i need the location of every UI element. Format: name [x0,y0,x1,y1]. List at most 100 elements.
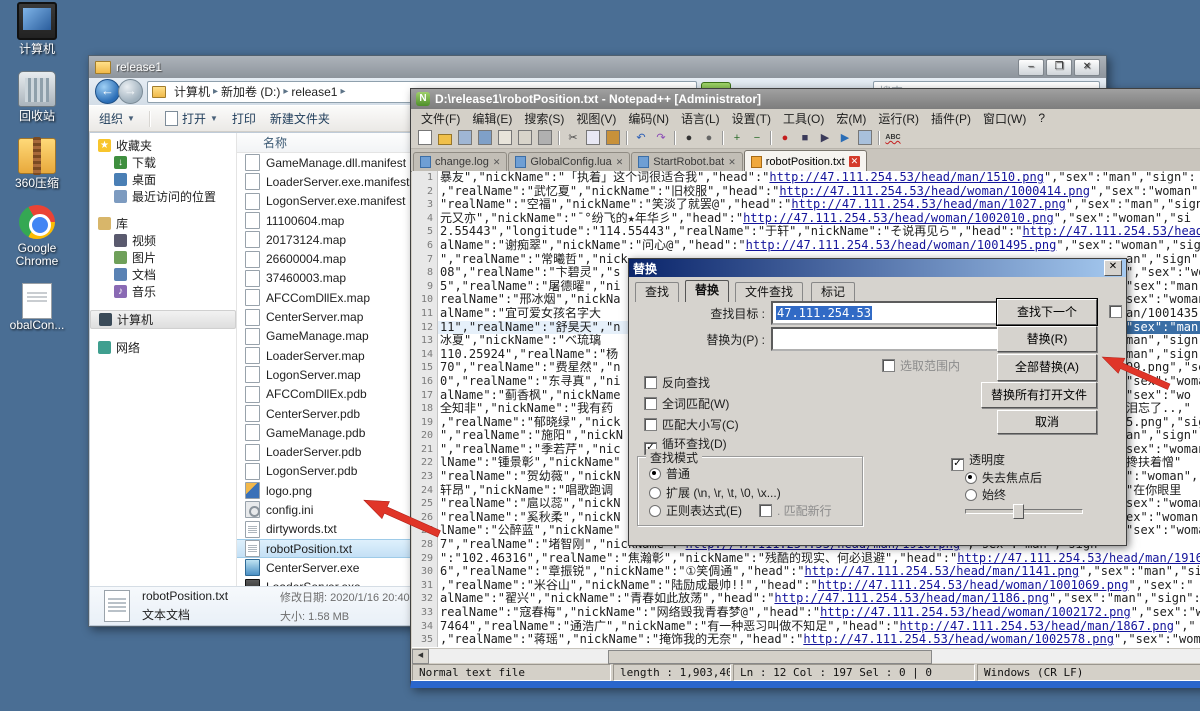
scrollbar-thumb[interactable] [608,650,932,664]
file-row[interactable]: GameManage.map [237,327,425,346]
close-all-icon[interactable] [516,129,534,146]
spellcheck-icon[interactable]: ABC [884,129,902,146]
file-row[interactable]: AFCComDllEx.pdb [237,385,425,404]
zoom-out-icon[interactable]: − [748,129,766,146]
undo-icon[interactable]: ↶ [632,129,650,146]
desktop-icon-pc[interactable]: 计算机 [4,2,70,56]
tab-GlobalConfig-lua[interactable]: GlobalConfig.lua✕ [508,152,630,171]
desktop-icon-chrome[interactable]: Google Chrome [4,205,70,268]
url-text[interactable]: http://47.111.254.53/head/man/1510.png [769,171,1044,184]
menu-item[interactable]: 搜索(S) [518,109,570,128]
record-macro-icon[interactable]: ● [776,129,794,146]
url-text[interactable]: http://47.111.254.53/head/woman/1000414.… [779,185,1090,198]
url-text[interactable]: http://47.111.254.53/head/woman/1001069.… [818,579,1129,592]
file-row[interactable]: LogonServer.exe.manifest [237,192,425,211]
url-text[interactable]: http://47.111.254.53/head/man/1916 [957,552,1200,565]
minimize-button[interactable]: – [1018,59,1044,76]
replace-icon[interactable]: ● [700,129,718,146]
sidebar-item-docs[interactable]: 文档 [90,266,236,283]
breadcrumb-item[interactable]: 计算机 [174,83,210,100]
new-folder-button[interactable]: 新建文件夹 [270,110,330,127]
menu-item[interactable]: 编码(N) [622,109,675,128]
url-text[interactable]: http://47.111.254.53/head/man/1186.png [774,592,1049,605]
swap-buttons-checkbox[interactable] [1109,305,1122,318]
sidebar-item-video[interactable]: 视频 [90,232,236,249]
file-row[interactable]: LoaderServer.map [237,346,425,365]
mode-normal-radio[interactable]: 普通 [649,465,690,482]
tab-robotPosition-txt[interactable]: robotPosition.txt✕ [744,150,867,172]
tab-StartRobot-bat[interactable]: StartRobot.bat✕ [631,152,742,171]
dialog-titlebar[interactable]: 替换 ✕ [629,259,1126,277]
tab-close-icon[interactable]: ✕ [849,156,861,167]
dialog-close-button[interactable]: ✕ [1104,260,1122,276]
menu-item[interactable]: 语言(L) [675,109,726,128]
stop-macro-icon[interactable]: ■ [796,129,814,146]
mode-extended-radio[interactable]: 扩展 (\n, \r, \t, \0, \x...) [649,484,781,501]
file-row[interactable]: LogonServer.pdb [237,462,425,481]
save-all-icon[interactable] [476,129,494,146]
desktop-icon-zip[interactable]: 360压缩 [4,138,70,190]
replace-button[interactable]: 替换(R) [997,326,1097,352]
menu-item[interactable]: ? [1032,110,1051,126]
transparency-checkbox[interactable]: ✓透明度 [951,451,1005,471]
find-next-button[interactable]: 查找下一个 [997,299,1097,325]
sidebar-item-pc[interactable]: 计算机 [90,310,236,329]
open-button[interactable]: 打开▼ [165,110,218,127]
sidebar-item-pic[interactable]: 图片 [90,249,236,266]
backward-checkbox[interactable]: 反向查找 [644,374,710,391]
transparency-slider[interactable] [965,503,1083,517]
back-button[interactable]: ← [95,79,120,104]
file-row[interactable]: LogonServer.map [237,365,425,384]
sidebar-item-dl[interactable]: ↓下载 [90,154,236,171]
replace-all-open-files-button[interactable]: 替换所有打开文件 [981,382,1097,408]
file-row[interactable]: GameManage.dll.manifest [237,153,425,172]
menu-item[interactable]: 窗口(W) [977,109,1032,128]
sidebar-item-net[interactable]: 网络 [90,339,236,356]
dialog-tab-查找[interactable]: 查找 [635,282,679,302]
menu-item[interactable]: 运行(R) [872,109,925,128]
print-button[interactable]: 打印 [232,110,256,127]
url-text[interactable]: http://47.111.254.53/head/man/1027.png [791,198,1066,211]
url-text[interactable]: http://47.111.254.53/head/woman/1001495.… [746,239,1057,252]
mode-regex-radio[interactable]: 正则表达式(E) [649,502,742,519]
close-button[interactable]: ✕ [1074,59,1100,76]
save-icon[interactable] [456,129,474,146]
menu-item[interactable]: 工具(O) [777,109,830,128]
url-text[interactable]: http://47.111.254.53/head/m [1023,225,1200,238]
save-macro-icon[interactable] [856,129,874,146]
file-row[interactable]: 26600004.map [237,249,425,268]
menu-item[interactable]: 宏(M) [830,109,872,128]
cut-icon[interactable]: ✂ [564,129,582,146]
tab-close-icon[interactable]: ✕ [728,157,736,168]
open-file-icon[interactable] [436,129,454,146]
cancel-button[interactable]: 取消 [997,410,1097,434]
close-icon[interactable] [496,129,514,146]
file-row[interactable]: CenterServer.map [237,307,425,326]
file-row[interactable]: 11100604.map [237,211,425,230]
always-radio[interactable]: 始终 [965,486,1006,503]
notepad-titlebar[interactable]: N D:\release1\robotPosition.txt - Notepa… [411,89,1200,109]
sidebar-item-star[interactable]: ★收藏夹 [90,137,236,154]
whole-word-checkbox[interactable]: 全词匹配(W) [644,395,729,412]
new-file-icon[interactable] [416,129,434,146]
url-text[interactable]: http://47.111.254.53/head/woman/1002010.… [743,212,1054,225]
sidebar-item-desk[interactable]: 桌面 [90,171,236,188]
horizontal-scrollbar[interactable]: ◀ [412,648,1200,663]
file-row[interactable]: CenterServer.exe [237,558,425,577]
sidebar-item-lib[interactable]: 库 [90,215,236,232]
on-losing-focus-radio[interactable]: 失去焦点后 [965,469,1042,486]
organize-button[interactable]: 组织▼ [99,110,135,127]
file-row[interactable]: LoaderServer.exe.manifest [237,172,425,191]
menu-item[interactable]: 编辑(E) [466,109,518,128]
desktop-icon-rec[interactable]: 回收站 [4,71,70,123]
copy-icon[interactable] [584,129,602,146]
scroll-left-arrow[interactable]: ◀ [412,649,429,664]
match-case-checkbox[interactable]: 匹配大小写(C) [644,416,739,433]
file-row[interactable]: CenterServer.pdb [237,404,425,423]
explorer-titlebar[interactable]: release1 – ❐ ✕ [89,56,1106,78]
zoom-in-icon[interactable]: + [728,129,746,146]
file-row[interactable]: LoaderServer.pdb [237,442,425,461]
replace-all-button[interactable]: 全部替换(A) [997,354,1097,381]
print-icon[interactable] [536,129,554,146]
tab-close-icon[interactable]: ✕ [616,157,624,168]
